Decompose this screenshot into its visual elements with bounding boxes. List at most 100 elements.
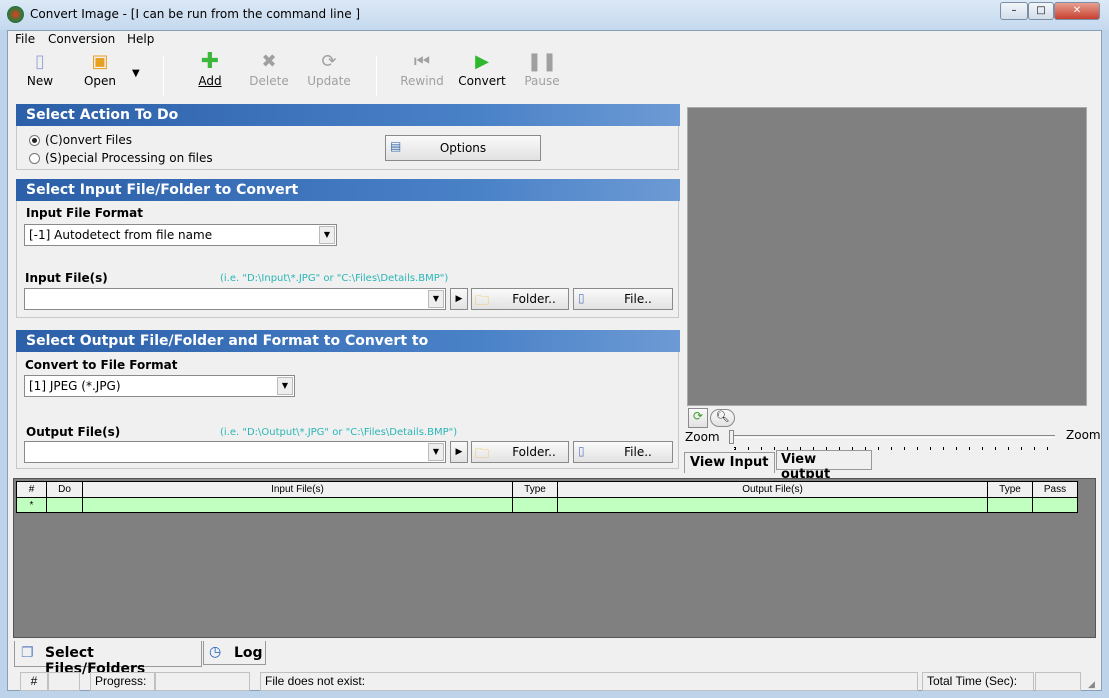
- menu-file[interactable]: File: [15, 32, 35, 46]
- input-format-select[interactable]: [-1] Autodetect from file name ▼: [24, 224, 337, 246]
- rewind-icon: ⏮: [413, 51, 431, 72]
- cell[interactable]: *: [16, 497, 47, 513]
- toolbar-separator: [163, 56, 164, 96]
- col-number[interactable]: #: [16, 481, 47, 498]
- col-do[interactable]: Do: [46, 481, 83, 498]
- input-folder-button[interactable]: 🗀 Folder..: [471, 288, 569, 310]
- window-title: Convert Image - [I can be run from the c…: [30, 7, 361, 21]
- pause-button[interactable]: ❚❚ Pause: [514, 50, 570, 88]
- delete-x-icon: ✖: [261, 51, 277, 72]
- floppy-icon: ▣: [91, 51, 109, 72]
- file-icon: ▯: [578, 444, 585, 458]
- folder-icon: 🗀: [475, 293, 489, 309]
- convert-files-radio[interactable]: (C)onvert Files: [29, 133, 132, 147]
- output-header: Select Output File/Folder and Format to …: [16, 330, 680, 352]
- zoom-slider-thumb[interactable]: [729, 430, 734, 444]
- output-hint: (i.e. "D:\Output\*.JPG" or "C:\Files\Det…: [220, 427, 458, 438]
- col-output-files[interactable]: Output File(s): [557, 481, 988, 498]
- files-icon: ❐: [21, 645, 34, 661]
- toolbar: ▯ New ▣ Open ▼ ✚ Add ✖ Delete ⟳ Update ⏮ Rewin…: [8, 50, 1101, 102]
- plus-icon: ✚: [200, 49, 220, 74]
- update-button[interactable]: ⟳ Update: [301, 50, 357, 88]
- output-format-label: Convert to File Format: [25, 358, 178, 372]
- options-icon: ▤: [390, 139, 402, 153]
- pause-icon: ❚❚: [526, 51, 558, 72]
- open-dropdown-icon[interactable]: ▼: [132, 68, 140, 79]
- chevron-down-icon: ▼: [319, 226, 335, 244]
- output-files-label: Output File(s): [26, 425, 121, 439]
- delete-button[interactable]: ✖ Delete: [241, 50, 297, 88]
- close-button[interactable]: ✕: [1054, 2, 1100, 20]
- input-file-button[interactable]: ▯ File..: [573, 288, 673, 310]
- radio-indicator: [29, 153, 40, 164]
- new-button[interactable]: ▯ New: [12, 50, 68, 88]
- toolbar-separator: [376, 56, 377, 96]
- input-format-label: Input File Format: [26, 206, 144, 220]
- rewind-button[interactable]: ⏮ Rewind: [394, 50, 450, 88]
- tab-log[interactable]: ◷ Log: [203, 641, 266, 665]
- menu-conversion[interactable]: Conversion: [48, 32, 115, 46]
- log-clock-icon: ◷: [209, 644, 222, 660]
- cell[interactable]: [557, 497, 988, 513]
- col-output-type[interactable]: Type: [987, 481, 1033, 498]
- chevron-down-icon: ▼: [277, 377, 293, 395]
- table-row[interactable]: *: [16, 497, 1078, 513]
- resize-grip-icon[interactable]: ◢: [1088, 680, 1095, 690]
- tab-select-files[interactable]: ❐ Select Files/Folders: [14, 641, 202, 677]
- special-processing-radio[interactable]: (S)pecial Processing on files: [29, 151, 213, 165]
- new-file-icon: ▯: [35, 51, 45, 72]
- cell[interactable]: [46, 497, 83, 513]
- radio-indicator: [29, 135, 40, 146]
- cell[interactable]: [987, 497, 1033, 513]
- status-total-time-label: Total Time (Sec):: [922, 672, 1034, 691]
- file-icon: ▯: [578, 291, 585, 305]
- output-format-select[interactable]: [1] JPEG (*.JPG) ▼: [24, 375, 295, 397]
- refresh-icon: ⟳: [321, 51, 337, 72]
- output-arrow-button[interactable]: ▶: [450, 441, 468, 463]
- cell[interactable]: [1032, 497, 1078, 513]
- maximize-button[interactable]: □: [1028, 2, 1054, 20]
- table-header-row: # Do Input File(s) Type Output File(s) T…: [16, 481, 1078, 498]
- add-button[interactable]: ✚ Add: [182, 49, 238, 89]
- status-message: File does not exist:: [260, 672, 918, 691]
- image-preview: [687, 107, 1087, 406]
- status-total-time-value: [1035, 672, 1081, 691]
- file-grid: # Do Input File(s) Type Output File(s) T…: [13, 478, 1096, 638]
- input-files-label: Input File(s): [25, 271, 108, 285]
- action-header: Select Action To Do: [16, 104, 680, 126]
- open-button[interactable]: ▣ Open: [72, 50, 128, 88]
- tab-view-input[interactable]: View Input: [684, 452, 775, 473]
- status-hash: #: [20, 672, 48, 691]
- col-input-files[interactable]: Input File(s): [82, 481, 513, 498]
- menu-help[interactable]: Help: [127, 32, 154, 46]
- input-header: Select Input File/Folder to Convert: [16, 179, 680, 201]
- folder-icon: 🗀: [475, 446, 489, 462]
- zoom-min-label: Zoom: [685, 430, 720, 444]
- tab-view-output[interactable]: View output: [776, 450, 872, 482]
- options-button[interactable]: ▤ Options: [385, 135, 541, 161]
- app-icon: [7, 6, 24, 23]
- col-pass[interactable]: Pass: [1032, 481, 1078, 498]
- play-icon: ▶: [475, 51, 489, 72]
- input-files-input[interactable]: ▼: [24, 288, 446, 310]
- magnifier-icon[interactable]: 🔍︎: [710, 409, 735, 427]
- chevron-down-icon: ▼: [428, 290, 444, 308]
- zoom-max-label: Zoom: [1066, 428, 1101, 442]
- status-count: [48, 672, 80, 691]
- status-progress-label: Progress:: [90, 672, 155, 691]
- menu-bar: File Conversion Help: [8, 31, 1101, 49]
- convert-button[interactable]: ▶ Convert: [454, 50, 510, 88]
- output-file-button[interactable]: ▯ File..: [573, 441, 673, 463]
- input-hint: (i.e. "D:\Input\*.JPG" or "C:\Files\Deta…: [220, 273, 449, 284]
- output-files-input[interactable]: ▼: [24, 441, 446, 463]
- zoom-slider-track[interactable]: [733, 435, 1055, 438]
- col-input-type[interactable]: Type: [512, 481, 558, 498]
- cell[interactable]: [512, 497, 558, 513]
- input-arrow-button[interactable]: ▶: [450, 288, 468, 310]
- file-table: # Do Input File(s) Type Output File(s) T…: [16, 481, 1078, 513]
- minimize-button[interactable]: –: [1000, 2, 1028, 20]
- cell[interactable]: [82, 497, 513, 513]
- status-progress-value: [155, 672, 250, 691]
- output-folder-button[interactable]: 🗀 Folder..: [471, 441, 569, 463]
- refresh-preview-icon[interactable]: ⟳: [688, 408, 708, 428]
